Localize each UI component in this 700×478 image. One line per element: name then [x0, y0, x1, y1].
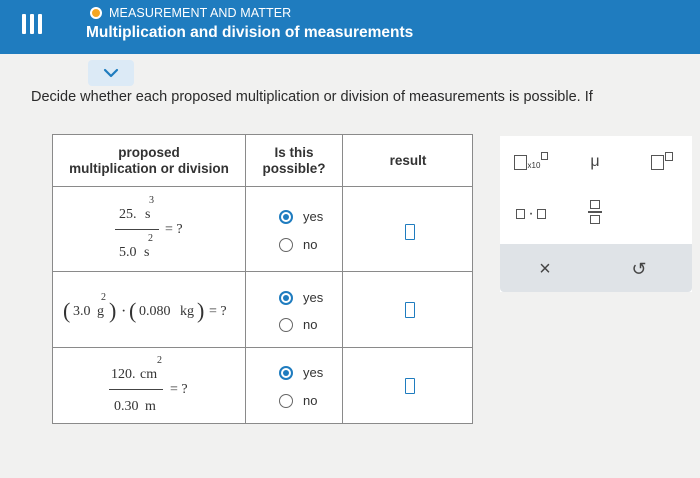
- row1-no-option[interactable]: no: [279, 237, 317, 252]
- dot-label: ·: [528, 205, 534, 222]
- row2-unit1: g: [97, 304, 104, 319]
- row3-den-value: 0.30: [114, 399, 139, 414]
- header-proposed: proposed multiplication or division: [53, 135, 246, 187]
- row3-expression: 120. cm 2 0.30 m = ?: [53, 348, 246, 424]
- row3-num-unit: cm: [140, 367, 158, 382]
- palette-actions: × ↺: [500, 244, 692, 292]
- row3-answer-input[interactable]: [405, 378, 415, 394]
- micro-button[interactable]: μ: [580, 148, 610, 176]
- header-possible-line2: possible?: [262, 160, 326, 176]
- row2-close1: ): [109, 298, 117, 323]
- row1-den-exp: 2: [148, 233, 153, 244]
- row2-open1: (: [63, 298, 71, 323]
- row1-den-unit: s: [144, 245, 150, 260]
- row2-rhs: = ?: [209, 304, 227, 319]
- box-icon: [651, 154, 664, 170]
- box-icon: [536, 209, 546, 219]
- chevron-down-icon: [103, 68, 119, 78]
- row3-no-option[interactable]: no: [279, 393, 317, 408]
- row3-num-exp: 2: [157, 355, 162, 366]
- topic-status-icon: [90, 7, 102, 19]
- row2-no-label: no: [303, 317, 318, 332]
- fraction-bar-icon: [588, 211, 602, 213]
- row3-fraction-bar: [109, 389, 163, 390]
- exponent-box-icon: [665, 151, 673, 161]
- row2-no-option[interactable]: no: [279, 317, 317, 332]
- clear-button[interactable]: ×: [530, 256, 560, 282]
- row1-yes-label: yes: [303, 209, 324, 224]
- row1-den-value: 5.0: [119, 245, 137, 260]
- row2-dot: ·: [121, 303, 127, 320]
- undo-button[interactable]: ↺: [624, 256, 654, 282]
- superscript-button[interactable]: [640, 148, 684, 176]
- row2-result: [343, 272, 473, 348]
- radio-icon[interactable]: [279, 393, 293, 408]
- box-icon: [513, 154, 527, 170]
- expand-button[interactable]: [88, 60, 134, 86]
- row2-exp1: 2: [101, 292, 106, 303]
- header-result-label: result: [389, 152, 427, 168]
- row1-num-unit: s: [145, 207, 151, 222]
- header-proposed-line2: multiplication or division: [69, 160, 229, 176]
- radio-checked-icon[interactable]: [279, 290, 293, 305]
- row3-possible: yes no: [246, 348, 343, 424]
- row2-answer-input[interactable]: [405, 302, 415, 318]
- row1-num-exp: 3: [149, 195, 154, 206]
- row3-yes-label: yes: [303, 365, 324, 380]
- header-possible: Is this possible?: [246, 135, 343, 187]
- row3-num-value: 120.: [111, 367, 136, 382]
- menu-icon[interactable]: [22, 14, 42, 36]
- multiply-dot-button[interactable]: ·: [508, 200, 554, 228]
- row2-expression: ( 3.0 g 2 ) · ( 0.080 kg ) = ?: [53, 272, 246, 348]
- header-possible-line1: Is this: [274, 144, 314, 160]
- row2-value2: 0.080: [139, 304, 171, 319]
- row1-expression: 25. s 3 5.0 s 2 = ?: [53, 187, 246, 272]
- row1-no-label: no: [303, 237, 318, 252]
- measurement-table: proposed multiplication or division Is t…: [52, 134, 473, 424]
- row2-yes-label: yes: [303, 290, 324, 305]
- row1-possible: yes no: [246, 187, 343, 272]
- radio-checked-icon[interactable]: [279, 209, 293, 224]
- row3-result: [343, 348, 473, 424]
- row3-yes-option[interactable]: yes: [279, 365, 323, 380]
- row2-value1: 3.0: [73, 304, 91, 319]
- row2-yes-option[interactable]: yes: [279, 290, 323, 305]
- topic-label: MEASUREMENT AND MATTER: [109, 6, 292, 20]
- radio-icon[interactable]: [279, 317, 293, 332]
- row3-rhs: = ?: [170, 382, 188, 397]
- row1-answer-input[interactable]: [405, 224, 415, 240]
- radio-icon[interactable]: [279, 237, 293, 252]
- top-bar: MEASUREMENT AND MATTER Multiplication an…: [0, 0, 700, 54]
- row1-num-value: 25.: [119, 207, 137, 222]
- radio-checked-icon[interactable]: [279, 365, 293, 380]
- row2-possible: yes no: [246, 272, 343, 348]
- x10-label: x10: [527, 160, 541, 170]
- box-icon: [516, 209, 526, 219]
- lesson-title: Multiplication and division of measureme…: [86, 24, 414, 41]
- row1-result: [343, 187, 473, 272]
- row3-no-label: no: [303, 393, 318, 408]
- header-result: result: [343, 135, 473, 187]
- row1-yes-option[interactable]: yes: [279, 209, 323, 224]
- row2-close2: ): [197, 298, 205, 323]
- topic-row: MEASUREMENT AND MATTER: [90, 6, 291, 20]
- numerator-box-icon: [590, 200, 600, 210]
- row1-fraction-bar: [115, 229, 159, 230]
- fraction-button[interactable]: [580, 194, 610, 230]
- header-proposed-line1: proposed: [118, 144, 180, 160]
- row1-rhs: = ?: [165, 222, 183, 237]
- row2-unit2: kg: [180, 304, 194, 319]
- exponent-box-icon: [541, 152, 549, 160]
- scientific-notation-button[interactable]: x10: [508, 148, 554, 176]
- question-prompt: Decide whether each proposed multiplicat…: [31, 89, 593, 105]
- denominator-box-icon: [590, 214, 600, 224]
- row3-den-unit: m: [145, 399, 156, 414]
- row2-open2: (: [129, 298, 137, 323]
